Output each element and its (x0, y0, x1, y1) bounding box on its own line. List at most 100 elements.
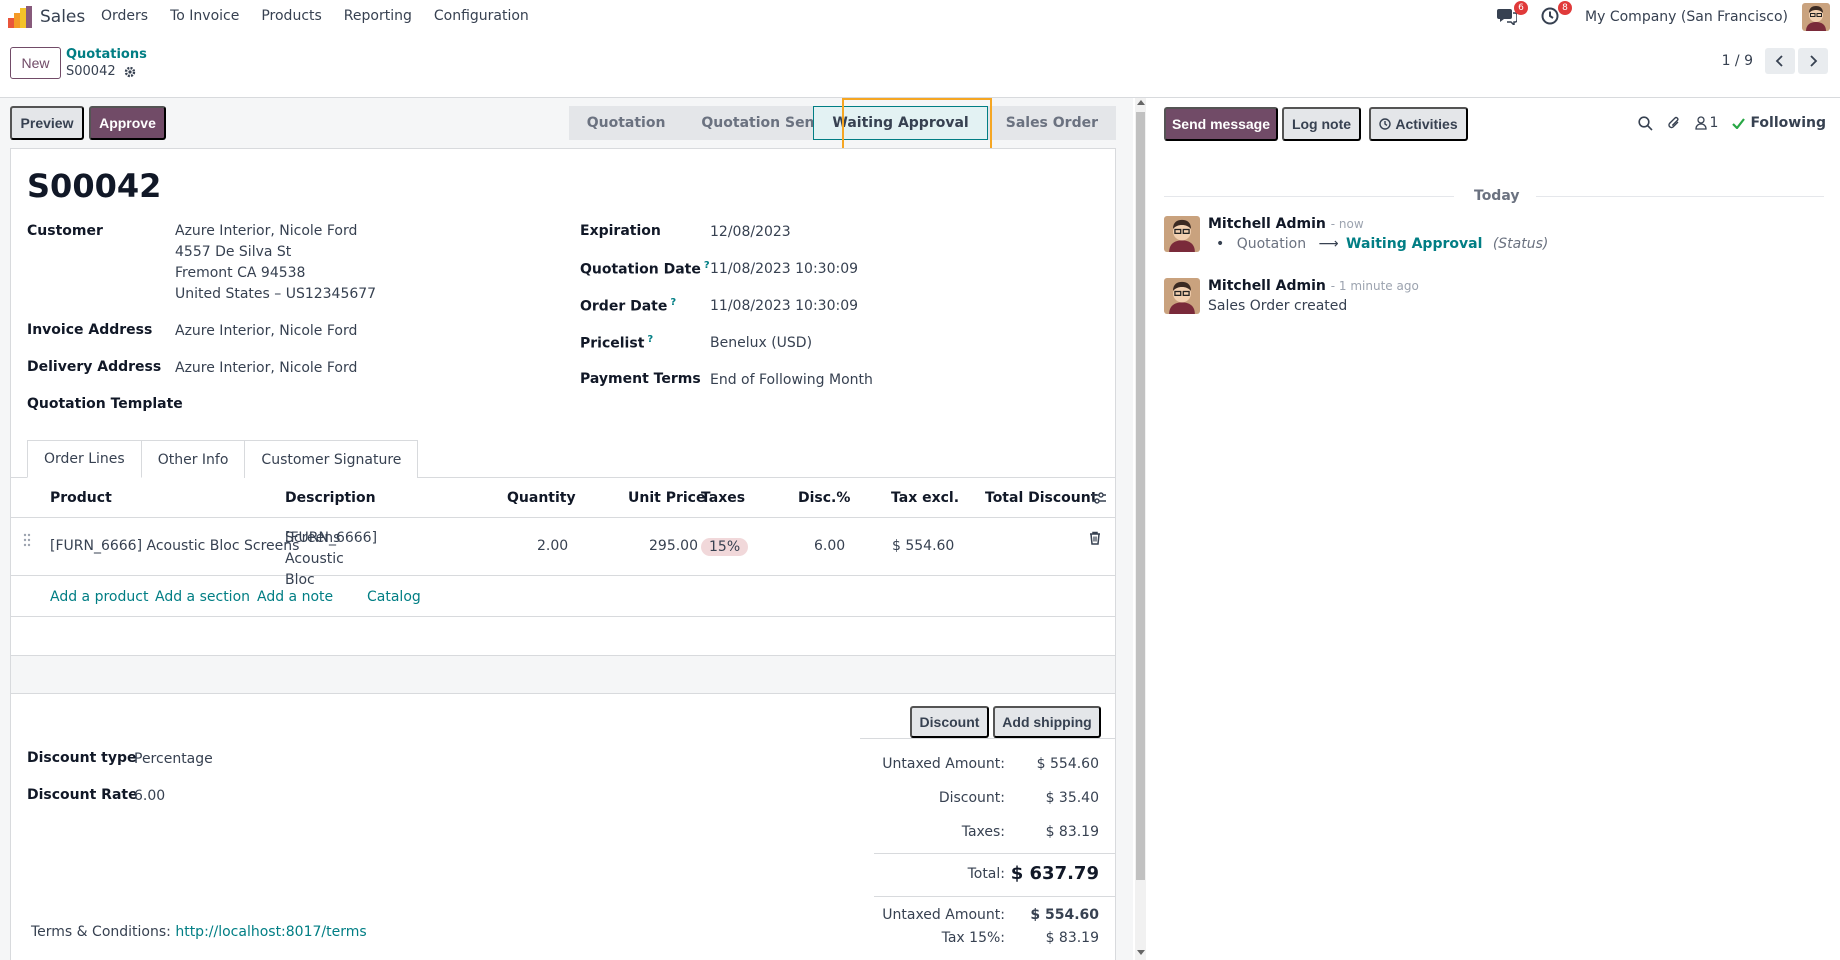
customer-label: Customer (27, 223, 103, 239)
order-lines-add-row: Add a product Add a section Add a note C… (11, 577, 1115, 617)
order-date-field[interactable]: 11/08/2023 10:30:09 (710, 296, 858, 317)
terms-link[interactable]: http://localhost:8017/terms (175, 924, 366, 940)
send-message-button[interactable]: Send message (1164, 107, 1278, 141)
stage-waiting-approval[interactable]: Waiting Approval (813, 106, 988, 140)
quotation-date-field[interactable]: 11/08/2023 10:30:09 (710, 259, 858, 280)
breadcrumb-quotations[interactable]: Quotations (66, 47, 147, 62)
chatter: Send message Log note Activities 1 Follo… (1148, 98, 1840, 960)
totals-taxes-value: $ 83.19 (1045, 824, 1099, 840)
discount-type-field[interactable]: Percentage (134, 749, 213, 770)
preview-button[interactable]: Preview (10, 106, 84, 140)
line-product[interactable]: [FURN_6666] Acoustic Bloc Screens (50, 538, 299, 554)
pricelist-field[interactable]: Benelux (USD) (710, 333, 812, 354)
payment-terms-field[interactable]: End of Following Month (710, 370, 873, 391)
trash-icon[interactable] (1089, 531, 1101, 545)
add-section-link[interactable]: Add a section (155, 589, 250, 605)
col-quantity[interactable]: Quantity (507, 490, 576, 506)
pager-previous-button[interactable] (1765, 48, 1795, 74)
optional-columns-icon[interactable] (1092, 492, 1106, 504)
col-unit-price[interactable]: Unit Price (628, 490, 705, 506)
message-author-name[interactable]: Mitchell Admin (1208, 278, 1326, 294)
user-icon (1694, 116, 1707, 130)
line-quantity[interactable]: 2.00 (537, 538, 568, 554)
scroll-up-arrow[interactable] (1137, 100, 1145, 105)
breadcrumb-current: S00042 (66, 64, 136, 79)
scroll-down-arrow[interactable] (1137, 950, 1145, 955)
user-avatar[interactable] (1802, 3, 1830, 31)
col-tax-excl[interactable]: Tax excl. (891, 490, 959, 506)
expiration-field[interactable]: 12/08/2023 (710, 222, 791, 243)
totals-total-label: Total: (967, 866, 1005, 882)
check-icon (1732, 117, 1746, 129)
col-description[interactable]: Description (285, 490, 376, 506)
col-discount[interactable]: Disc.% (798, 490, 850, 506)
menu-products[interactable]: Products (261, 8, 321, 24)
order-date-label: Order Date? (580, 297, 677, 315)
activities-button[interactable]: 8 (1541, 1, 1573, 27)
new-button[interactable]: New (10, 47, 61, 79)
col-product[interactable]: Product (50, 490, 112, 506)
catalog-link[interactable]: Catalog (367, 589, 421, 605)
tab-other-info[interactable]: Other Info (140, 440, 246, 478)
avatar[interactable] (1164, 278, 1200, 314)
activities-button[interactable]: Activities (1369, 107, 1468, 141)
menu-configuration[interactable]: Configuration (434, 8, 529, 24)
tracking-old-value: Quotation (1236, 236, 1307, 252)
table-row[interactable]: [FURN_6666] Acoustic Bloc Screens [FURN_… (11, 519, 1115, 588)
followers-button[interactable]: 1 (1694, 115, 1719, 131)
col-taxes[interactable]: Taxes (701, 490, 745, 506)
expiration-label: Expiration (580, 223, 661, 239)
form-view: Preview Approve Quotation Quotation Sent… (0, 98, 1133, 960)
customer-field[interactable]: Azure Interior, Nicole Ford 4557 De Silv… (175, 221, 376, 305)
invoice-address-field[interactable]: Azure Interior, Nicole Ford (175, 321, 357, 342)
following-toggle[interactable]: Following (1732, 115, 1826, 131)
menu-reporting[interactable]: Reporting (344, 8, 412, 24)
stage-sales-order[interactable]: Sales Order (987, 106, 1116, 140)
totals-taxes-label: Taxes: (961, 824, 1005, 840)
tab-customer-signature[interactable]: Customer Signature (244, 440, 419, 478)
company-switcher[interactable]: My Company (San Francisco) (1585, 9, 1788, 25)
sales-app-icon[interactable] (8, 6, 32, 28)
followers-count: 1 (1709, 115, 1719, 131)
drag-handle-icon[interactable] (23, 533, 31, 547)
line-tax-badge[interactable]: 15% (701, 538, 749, 556)
messaging-button[interactable]: 6 (1497, 1, 1529, 27)
avatar-icon (1802, 3, 1830, 31)
avatar-icon (1164, 216, 1200, 252)
tracking-new-value: Waiting Approval (1346, 236, 1483, 252)
tracking-field-name: (Status) (1492, 236, 1549, 252)
approve-button[interactable]: Approve (89, 106, 166, 140)
form-scrollbar-thumb[interactable] (1136, 112, 1145, 880)
stage-quotation-sent[interactable]: Quotation Sent (683, 106, 814, 140)
add-product-link[interactable]: Add a product (50, 589, 148, 605)
discount-button[interactable]: Discount (910, 706, 989, 738)
line-discount[interactable]: 6.00 (814, 538, 845, 554)
col-total-discount[interactable]: Total Discount (985, 490, 1097, 506)
following-label: Following (1750, 115, 1826, 131)
main-menu: Orders To Invoice Products Reporting Con… (101, 8, 551, 24)
message-author: Mitchell Admin - now (1208, 216, 1364, 232)
notebook-tabs: Order Lines Other Info Customer Signatur… (27, 440, 419, 478)
discount-rate-field[interactable]: 6.00 (134, 786, 165, 807)
chevron-left-icon (1775, 55, 1783, 67)
tab-order-lines[interactable]: Order Lines (27, 440, 142, 478)
message-author: Mitchell Admin - 1 minute ago (1208, 278, 1419, 294)
add-note-link[interactable]: Add a note (257, 589, 333, 605)
pager-value[interactable]: 1 / 9 (1722, 53, 1753, 69)
tracking-value: • Quotation ⟶ Waiting Approval (Status) (1216, 236, 1549, 252)
gear-icon[interactable] (124, 66, 136, 78)
pager-next-button[interactable] (1798, 48, 1828, 74)
stage-quotation[interactable]: Quotation (568, 106, 684, 140)
avatar[interactable] (1164, 216, 1200, 252)
menu-orders[interactable]: Orders (101, 8, 148, 24)
delivery-address-field[interactable]: Azure Interior, Nicole Ford (175, 358, 357, 379)
log-note-button[interactable]: Log note (1282, 107, 1361, 141)
message-author-name[interactable]: Mitchell Admin (1208, 216, 1326, 232)
attachments-button[interactable] (1667, 115, 1681, 131)
app-name[interactable]: Sales (40, 7, 85, 27)
add-shipping-button[interactable]: Add shipping (993, 706, 1101, 738)
menu-to-invoice[interactable]: To Invoice (170, 8, 239, 24)
line-unit-price[interactable]: 295.00 (649, 538, 698, 554)
search-messages-button[interactable] (1637, 115, 1653, 131)
form-statusbar: Preview Approve Quotation Quotation Sent… (10, 98, 1116, 160)
